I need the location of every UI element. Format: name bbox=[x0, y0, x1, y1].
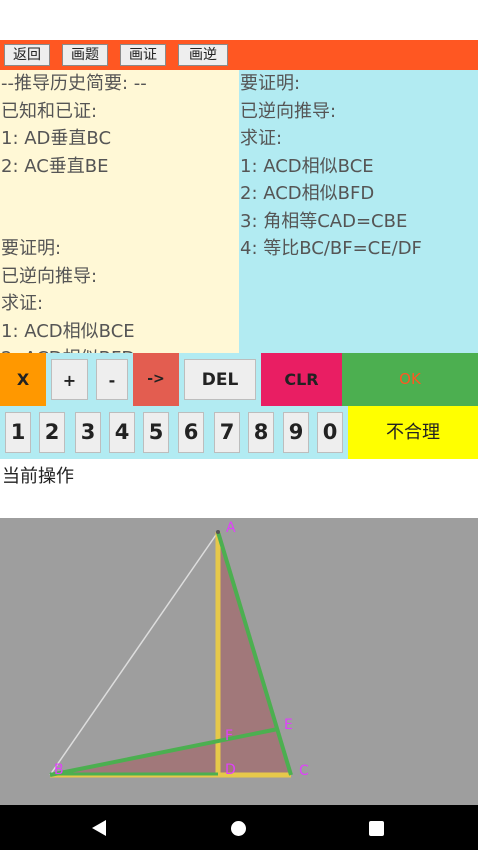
back-button[interactable]: 返回 bbox=[4, 44, 50, 66]
nav-home-icon[interactable] bbox=[231, 821, 246, 836]
history-line: --推导历史简要: -- bbox=[1, 73, 147, 94]
nav-back-icon[interactable] bbox=[92, 820, 106, 836]
toolbar: 返回 画题 画证 画逆 bbox=[0, 40, 478, 70]
goal-line[interactable]: 4: 等比BC/BF=CE/DF bbox=[239, 235, 478, 263]
label-c: C bbox=[299, 763, 309, 779]
goal-line: 要证明: bbox=[240, 73, 301, 94]
number-row: 1 2 3 4 5 6 7 8 9 0 不合理 bbox=[0, 406, 478, 459]
ok-button[interactable]: OK bbox=[342, 353, 478, 406]
label-f: F bbox=[225, 728, 233, 744]
arrow-button[interactable]: -> bbox=[133, 353, 179, 406]
digit-8-button[interactable]: 8 bbox=[248, 412, 274, 453]
navigation-bar bbox=[0, 805, 478, 850]
digit-9-button[interactable]: 9 bbox=[283, 412, 309, 453]
history-line: 已逆向推导: bbox=[1, 265, 98, 287]
goal-line: 求证: bbox=[240, 128, 283, 149]
history-line: 已知和已证: bbox=[1, 100, 98, 122]
digit-7-button[interactable]: 7 bbox=[214, 412, 240, 453]
history-line: 1: ACD相似BCE bbox=[1, 320, 135, 342]
history-line: 要证明: bbox=[1, 238, 62, 259]
nav-recent-apps-icon[interactable] bbox=[369, 821, 384, 836]
digit-6-button[interactable]: 6 bbox=[178, 412, 204, 453]
label-a: A bbox=[226, 520, 236, 536]
multiply-button[interactable]: X bbox=[0, 353, 46, 406]
status-bar bbox=[0, 0, 478, 40]
digit-3-button[interactable]: 3 bbox=[75, 412, 101, 453]
draw-problem-button[interactable]: 画题 bbox=[62, 44, 108, 66]
derivation-history-panel[interactable]: --推导历史简要: -- 已知和已证: 1: AD垂直BC 2: AC垂直BE … bbox=[0, 70, 239, 353]
unreasonable-button[interactable]: 不合理 bbox=[348, 406, 478, 459]
goal-line: 已逆向推导: bbox=[240, 100, 337, 122]
draw-proof-button[interactable]: 画证 bbox=[120, 44, 166, 66]
delete-button[interactable]: DEL bbox=[184, 359, 256, 400]
segment-ab bbox=[49, 531, 219, 776]
label-e: E bbox=[284, 717, 293, 733]
operator-row: X + - -> DEL CLR OK bbox=[0, 353, 478, 406]
geometry-diagram: A B C D E F bbox=[49, 520, 309, 779]
history-blank-line bbox=[0, 180, 239, 208]
point-a-dot bbox=[216, 530, 220, 534]
history-line: 2: AC垂直BE bbox=[1, 155, 109, 177]
history-line: 求证: bbox=[1, 293, 44, 314]
goal-panel[interactable]: 要证明: 已逆向推导: 求证: 1: ACD相似BCE 2: ACD相似BFD … bbox=[239, 70, 478, 353]
plus-button[interactable]: + bbox=[51, 359, 88, 400]
label-b: B bbox=[54, 762, 64, 778]
digit-2-button[interactable]: 2 bbox=[39, 412, 65, 453]
digit-1-button[interactable]: 1 bbox=[5, 412, 31, 453]
goal-line[interactable]: 1: ACD相似BCE bbox=[239, 153, 478, 181]
history-line: 1: AD垂直BC bbox=[1, 128, 112, 149]
goal-line[interactable]: 2: ACD相似BFD bbox=[239, 180, 478, 208]
digit-0-button[interactable]: 0 bbox=[317, 412, 343, 453]
digit-5-button[interactable]: 5 bbox=[143, 412, 169, 453]
minus-button[interactable]: - bbox=[96, 359, 128, 400]
clear-button[interactable]: CLR bbox=[261, 353, 342, 406]
label-d: D bbox=[225, 762, 236, 778]
goal-line[interactable]: 3: 角相等CAD=CBE bbox=[239, 208, 478, 236]
draw-reverse-button[interactable]: 画逆 bbox=[178, 44, 228, 66]
current-operation-label: 当前操作 bbox=[2, 466, 74, 487]
history-blank-line bbox=[0, 208, 239, 236]
geometry-canvas[interactable]: A B C D E F bbox=[0, 518, 478, 805]
history-line: 2: ACD相似BFD bbox=[0, 345, 239, 353]
digit-4-button[interactable]: 4 bbox=[109, 412, 135, 453]
